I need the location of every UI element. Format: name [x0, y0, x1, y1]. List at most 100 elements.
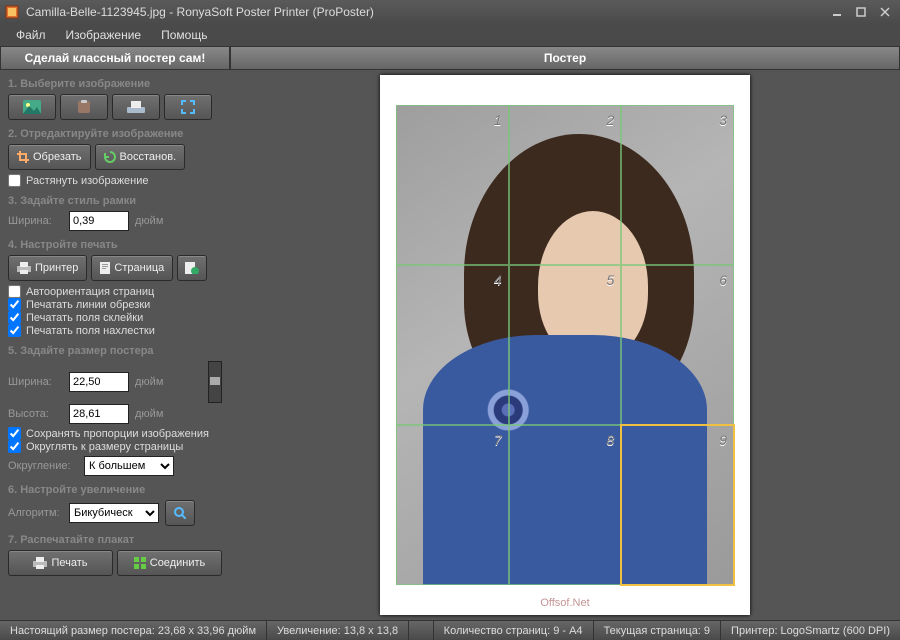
grid-cell-2[interactable]: 2	[509, 105, 622, 265]
menu-image[interactable]: Изображение	[56, 25, 152, 45]
open-image-button[interactable]	[8, 94, 56, 120]
printer-button[interactable]: Принтер	[8, 255, 87, 281]
grid-cell-number: 7	[494, 432, 502, 448]
print-label: Печать	[51, 557, 87, 569]
auto-orient-input[interactable]	[8, 285, 21, 298]
join-label: Соединить	[150, 557, 206, 569]
page-button[interactable]: Страница	[91, 255, 173, 281]
border-width-input[interactable]	[69, 211, 129, 231]
print-overlap-checkbox[interactable]: Печатать поля нахлестки	[8, 324, 222, 337]
border-width-unit: дюйм	[135, 215, 163, 227]
stretch-check-input[interactable]	[8, 174, 21, 187]
print-cut-checkbox[interactable]: Печатать линии обрезки	[8, 298, 222, 311]
keep-aspect-input[interactable]	[8, 427, 21, 440]
print-overlap-input[interactable]	[8, 324, 21, 337]
printer-label: Принтер	[35, 262, 78, 274]
close-button[interactable]	[874, 4, 896, 20]
menu-file[interactable]: Файл	[6, 25, 56, 45]
status-pages: Количество страниц: 9 - A4	[434, 621, 594, 640]
grid-cell-number: 4	[494, 272, 502, 288]
join-icon	[134, 557, 146, 569]
page-settings-button[interactable]	[177, 255, 207, 281]
slider-thumb[interactable]	[210, 377, 220, 385]
grid-cell-7[interactable]: 7	[396, 425, 509, 585]
keep-aspect-label: Сохранять пропорции изображения	[26, 428, 209, 440]
auto-orient-checkbox[interactable]: Автоориентация страниц	[8, 285, 222, 298]
main-header: Постер	[230, 46, 900, 70]
page-label: Страница	[114, 262, 164, 274]
grid-cell-9[interactable]: 9	[621, 425, 734, 585]
grid-cell-3[interactable]: 3	[621, 105, 734, 265]
print-cut-input[interactable]	[8, 298, 21, 311]
page-icon	[100, 262, 110, 274]
window-title: Camilla-Belle-1123945.jpg - RonyaSoft Po…	[26, 5, 824, 19]
poster-width-unit: дюйм	[135, 376, 163, 388]
stretch-label: Растянуть изображение	[26, 175, 149, 187]
print-icon	[33, 557, 47, 569]
section-2-title: 2. Отредактируйте изображение	[8, 128, 222, 140]
grid-cell-5[interactable]: 5	[509, 265, 622, 425]
section-4-title: 4. Настройте печать	[8, 239, 222, 251]
grid-cell-6[interactable]: 6	[621, 265, 734, 425]
join-button[interactable]: Соединить	[117, 550, 222, 576]
poster-canvas[interactable]: 1 2 3 4 5 6 7 89 Offsof.Net	[230, 70, 900, 620]
size-slider[interactable]	[208, 361, 222, 403]
section-3-title: 3. Задайте стиль рамки	[8, 195, 222, 207]
crop-icon	[17, 151, 29, 163]
section-1-title: 1. Выберите изображение	[8, 78, 222, 90]
status-current-page: Текущая страница: 9	[594, 621, 721, 640]
crop-label: Обрезать	[33, 151, 82, 163]
poster-width-input[interactable]	[69, 372, 129, 392]
grid-cell-number: 5	[607, 272, 615, 288]
poster-preview: 1 2 3 4 5 6 7 89 Offsof.Net	[380, 75, 750, 615]
fullscreen-button[interactable]	[164, 94, 212, 120]
grid-cell-number: 6	[719, 272, 727, 288]
grid-cell-number: 1	[494, 112, 502, 128]
auto-orient-label: Автоориентация страниц	[26, 286, 154, 298]
print-cut-label: Печатать линии обрезки	[26, 299, 150, 311]
section-7-title: 7. Распечатайте плакат	[8, 534, 222, 546]
watermark-text: Offsof.Net	[540, 597, 589, 609]
rounding-label: Округление:	[8, 460, 78, 472]
stretch-checkbox[interactable]: Растянуть изображение	[8, 174, 222, 187]
preview-zoom-button[interactable]	[165, 500, 195, 526]
scan-image-button[interactable]	[112, 94, 160, 120]
poster-height-label: Высота:	[8, 408, 63, 420]
grid-cell-number: 2	[607, 112, 615, 128]
poster-height-input[interactable]	[69, 404, 129, 424]
status-zoom: Увеличение: 13,8 x 13,8	[267, 621, 409, 640]
round-page-label: Округлять к размеру страницы	[26, 441, 183, 453]
sidebar-header: Сделай классный постер сам!	[0, 46, 230, 70]
grid-cell-1[interactable]: 1	[396, 105, 509, 265]
app-icon	[4, 4, 20, 20]
rounding-select[interactable]: К большем	[84, 456, 174, 476]
print-button[interactable]: Печать	[8, 550, 113, 576]
print-glue-checkbox[interactable]: Печатать поля склейки	[8, 311, 222, 324]
paste-image-button[interactable]	[60, 94, 108, 120]
print-overlap-label: Печатать поля нахлестки	[26, 325, 155, 337]
grid-cell-number: 8	[607, 432, 615, 448]
restore-button[interactable]: Восстанов.	[95, 144, 186, 170]
round-page-input[interactable]	[8, 440, 21, 453]
keep-aspect-checkbox[interactable]: Сохранять пропорции изображения	[8, 427, 222, 440]
grid-cell-number: 3	[719, 112, 727, 128]
minimize-button[interactable]	[826, 4, 848, 20]
algorithm-select[interactable]: Бикубическ	[69, 503, 159, 523]
section-6-title: 6. Настройте увеличение	[8, 484, 222, 496]
status-real-size: Настоящий размер постера: 23,68 x 33,96 …	[0, 621, 267, 640]
print-glue-input[interactable]	[8, 311, 21, 324]
grid-cell-4[interactable]: 4	[396, 265, 509, 425]
poster-height-unit: дюйм	[135, 408, 163, 420]
algorithm-label: Алгоритм:	[8, 507, 63, 519]
border-width-label: Ширина:	[8, 215, 63, 227]
maximize-button[interactable]	[850, 4, 872, 20]
round-page-checkbox[interactable]: Округлять к размеру страницы	[8, 440, 222, 453]
status-printer: Принтер: LogoSmartz (600 DPI)	[721, 621, 900, 640]
crop-button[interactable]: Обрезать	[8, 144, 91, 170]
restore-label: Восстанов.	[120, 151, 177, 163]
grid-cell-8[interactable]: 8	[509, 425, 622, 585]
menu-help[interactable]: Помощь	[151, 25, 217, 45]
printer-icon	[17, 262, 31, 274]
restore-icon	[104, 151, 116, 163]
print-glue-label: Печатать поля склейки	[26, 312, 143, 324]
